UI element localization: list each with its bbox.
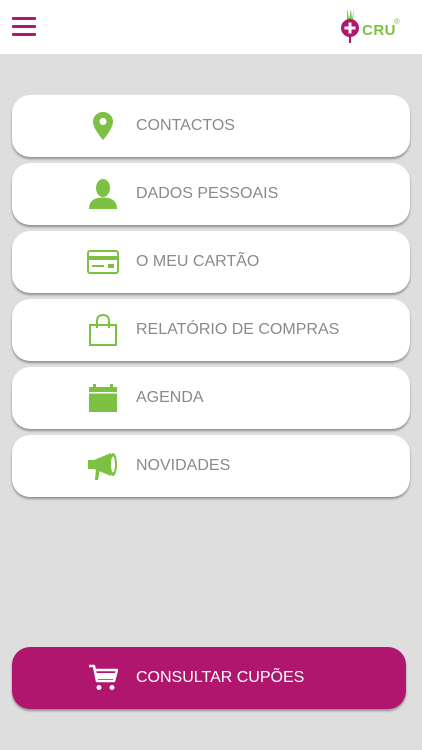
- shopping-cart-icon: [86, 662, 120, 694]
- main-menu: CONTACTOS DADOS PESSOAIS O MEU CARTÃO RE…: [12, 95, 412, 503]
- consultar-cupoes-button[interactable]: CONSULTAR CUPÕES: [12, 647, 406, 709]
- menu-item-label: RELATÓRIO DE COMPRAS: [136, 321, 340, 338]
- menu-item-label: O MEU CARTÃO: [136, 253, 260, 270]
- menu-item-contactos[interactable]: CONTACTOS: [12, 95, 410, 157]
- hamburger-line: [12, 17, 36, 20]
- logo-text: CRU: [362, 22, 396, 39]
- card-icon: [86, 246, 120, 278]
- menu-item-o-meu-cartao[interactable]: O MEU CARTÃO: [12, 231, 410, 293]
- shopping-bag-icon: [86, 314, 120, 346]
- menu-item-label: DADOS PESSOAIS: [136, 185, 279, 202]
- calendar-icon: [86, 382, 120, 414]
- menu-item-label: AGENDA: [136, 389, 204, 406]
- hamburger-line: [12, 25, 36, 28]
- location-pin-icon: [86, 110, 120, 142]
- menu-hamburger-icon[interactable]: [12, 17, 36, 37]
- menu-item-label: CONTACTOS: [136, 117, 235, 134]
- menu-item-agenda[interactable]: AGENDA: [12, 367, 410, 429]
- hamburger-line: [12, 33, 36, 36]
- logo-registered-mark: ®: [394, 17, 400, 26]
- menu-item-dados-pessoais[interactable]: DADOS PESSOAIS: [12, 163, 410, 225]
- menu-item-label: NOVIDADES: [136, 457, 231, 474]
- consultar-cupoes-label: CONSULTAR CUPÕES: [136, 669, 305, 686]
- menu-item-relatorio-de-compras[interactable]: RELATÓRIO DE COMPRAS: [12, 299, 410, 361]
- person-icon: [86, 178, 120, 210]
- top-bar: CRU ®: [0, 0, 422, 54]
- brand-logo: CRU ®: [338, 6, 404, 46]
- menu-item-novidades[interactable]: NOVIDADES: [12, 435, 410, 497]
- megaphone-icon: [86, 450, 120, 482]
